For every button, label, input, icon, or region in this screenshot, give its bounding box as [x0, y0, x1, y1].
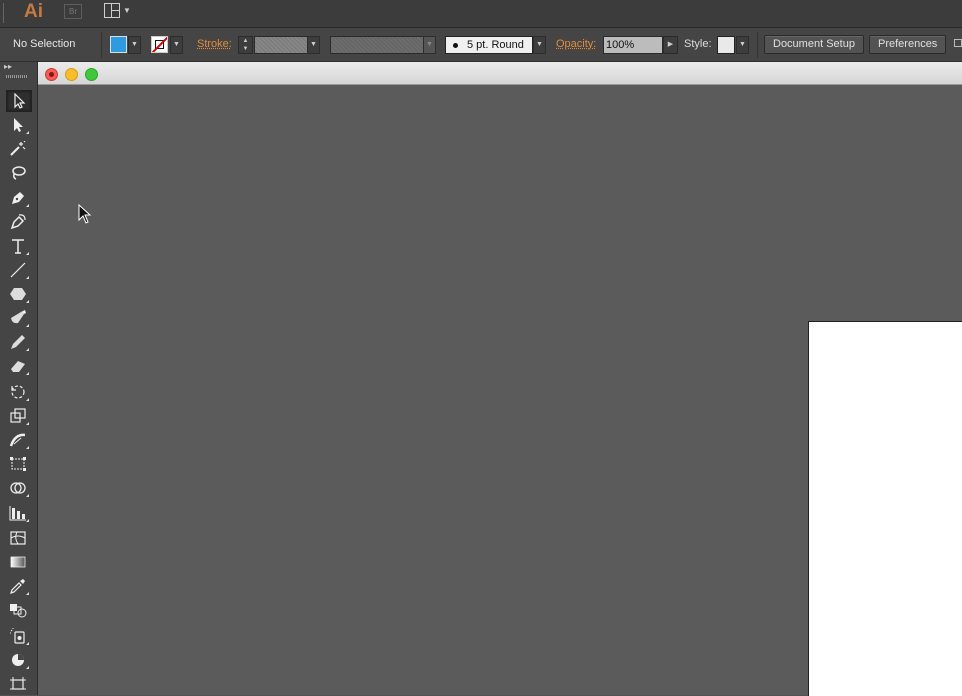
- type-tool[interactable]: [6, 236, 30, 256]
- lasso-icon: [12, 166, 26, 180]
- mesh-icon: [10, 531, 26, 545]
- artboard-icon: [10, 677, 26, 690]
- control-divider: [757, 32, 758, 58]
- opacity-input[interactable]: 100%: [603, 36, 663, 54]
- illustrator-logo: Ai: [24, 1, 43, 22]
- fill-dropdown-button[interactable]: ▼: [128, 36, 141, 54]
- minimize-window-button[interactable]: [65, 68, 78, 81]
- eyedropper-tool[interactable]: [6, 576, 30, 596]
- pen-icon: [12, 192, 24, 204]
- document-window-titlebar[interactable]: [38, 62, 962, 85]
- stroke-weight-dropdown[interactable]: ▼: [307, 36, 320, 54]
- stroke-weight-stepper[interactable]: ▲ ▼: [238, 36, 253, 54]
- selection-icon: [14, 93, 26, 109]
- stroke-none-icon: [155, 40, 164, 49]
- magic-wand-tool[interactable]: [6, 139, 30, 159]
- panel-menu-icon[interactable]: [954, 39, 962, 47]
- opacity-value: 100%: [606, 39, 635, 51]
- rotate-icon: [11, 385, 25, 399]
- paintbrush-tool[interactable]: [6, 308, 30, 328]
- stroke-color-swatch[interactable]: [151, 36, 168, 53]
- brush-dropdown-button[interactable]: ▼: [533, 36, 546, 54]
- bridge-button[interactable]: Br: [64, 4, 82, 19]
- line-segment-tool[interactable]: [6, 260, 30, 280]
- eraser-tool[interactable]: [6, 356, 30, 376]
- arrange-documents-icon: [104, 3, 120, 18]
- free-transform-tool[interactable]: [6, 454, 30, 474]
- style-dropdown-button[interactable]: ▼: [736, 36, 749, 54]
- pencil-icon: [11, 335, 25, 349]
- magic-wand-icon: [10, 141, 26, 156]
- app-bar-grip: [3, 3, 4, 23]
- free-transform-icon: [10, 457, 26, 471]
- shape-builder-icon: [10, 482, 26, 494]
- width-icon: [9, 433, 26, 447]
- shape-tool[interactable]: [6, 284, 30, 304]
- direct-selection-icon: [14, 118, 23, 132]
- curvature-tool[interactable]: [6, 212, 30, 232]
- scale-icon: [10, 408, 26, 423]
- stroke-weight-input[interactable]: [254, 36, 308, 54]
- gradient-icon: [10, 556, 26, 568]
- width-profile-dropdown[interactable]: ▼: [423, 36, 436, 54]
- tools-panel: ▸▸: [0, 62, 38, 695]
- graphic-style-swatch[interactable]: [717, 36, 735, 54]
- direct-selection-tool[interactable]: [6, 115, 30, 135]
- curvature-icon: [10, 214, 26, 230]
- opacity-label[interactable]: Opacity:: [556, 38, 596, 50]
- stroke-dropdown-button[interactable]: ▼: [170, 36, 183, 54]
- style-label: Style:: [684, 38, 712, 50]
- panel-grip[interactable]: [6, 75, 28, 78]
- slice-icon: [12, 654, 24, 666]
- polygon-icon: [10, 288, 26, 300]
- eraser-icon: [11, 361, 25, 372]
- blend-tool[interactable]: [6, 600, 30, 620]
- artboard-tool[interactable]: [6, 674, 30, 694]
- fill-color-swatch[interactable]: [110, 36, 127, 53]
- width-tool[interactable]: [6, 430, 30, 450]
- symbol-sprayer-icon: [10, 628, 25, 644]
- variable-width-profile-field[interactable]: [330, 36, 424, 54]
- pen-tool[interactable]: [6, 188, 30, 208]
- gradient-tool[interactable]: [6, 552, 30, 572]
- mouse-cursor-icon: [78, 204, 92, 224]
- document-setup-button[interactable]: Document Setup: [764, 35, 864, 54]
- collapse-panel-icon[interactable]: ▸▸: [4, 62, 12, 71]
- close-window-button[interactable]: [45, 68, 58, 81]
- zoom-window-button[interactable]: [85, 68, 98, 81]
- pencil-tool[interactable]: [6, 332, 30, 352]
- lasso-tool[interactable]: [6, 163, 30, 183]
- brush-dot-icon: [453, 43, 458, 48]
- graph-tool[interactable]: [6, 503, 30, 523]
- scale-tool[interactable]: [6, 406, 30, 426]
- type-icon: [12, 239, 24, 254]
- control-divider: [101, 32, 102, 58]
- paintbrush-icon: [11, 310, 26, 324]
- preferences-button[interactable]: Preferences: [869, 35, 947, 54]
- mesh-tool[interactable]: [6, 528, 30, 548]
- arrange-documents-button[interactable]: ▼: [104, 3, 132, 19]
- selection-status: No Selection: [13, 38, 76, 50]
- line-segment-icon: [10, 262, 26, 278]
- slice-tool[interactable]: [6, 650, 30, 670]
- chevron-down-icon: ▼: [123, 6, 131, 15]
- brush-definition-label: 5 pt. Round: [467, 39, 524, 51]
- document-canvas[interactable]: [38, 85, 962, 696]
- shape-builder-tool[interactable]: [6, 478, 30, 498]
- control-bar: No Selection ▼ ▼ Stroke: ▲ ▼ ▼ ▼ 5 pt. Ro…: [0, 28, 962, 62]
- brush-definition-field[interactable]: 5 pt. Round: [445, 36, 533, 54]
- symbol-sprayer-tool[interactable]: [6, 626, 30, 646]
- eyedropper-icon: [10, 579, 25, 594]
- stroke-label[interactable]: Stroke:: [197, 38, 232, 50]
- opacity-slider-button[interactable]: ▶: [663, 36, 678, 54]
- selection-tool[interactable]: [6, 90, 32, 112]
- artboard[interactable]: [808, 321, 962, 696]
- rotate-tool[interactable]: [6, 382, 30, 402]
- blend-icon: [10, 604, 27, 618]
- graph-icon: [9, 506, 26, 521]
- application-bar: Ai Br ▼: [0, 0, 962, 28]
